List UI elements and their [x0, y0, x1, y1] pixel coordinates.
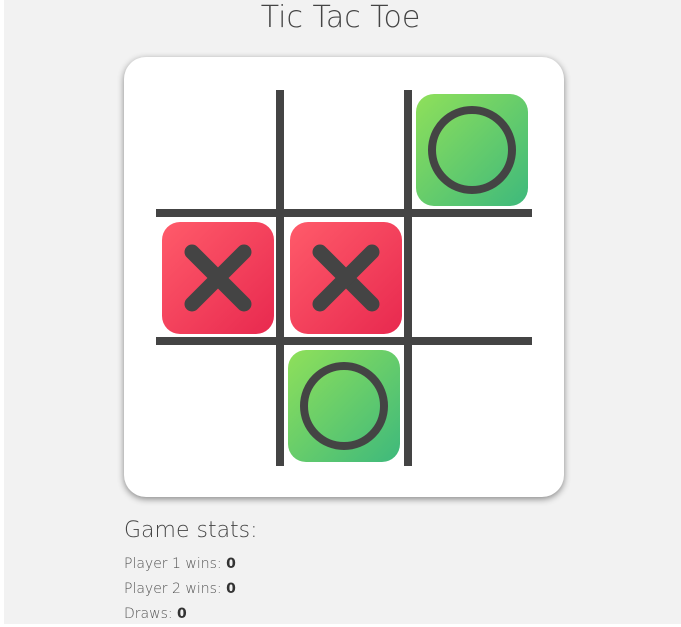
stat-player1-label: Player 1 wins: [124, 556, 222, 572]
o-mark-icon [428, 106, 516, 194]
page-title: Tic Tac Toe [260, 0, 421, 35]
stat-draws-label: Draws: [124, 606, 173, 622]
board-cell-7[interactable] [160, 350, 272, 462]
board-cell-5[interactable] [290, 222, 402, 334]
game-stats: Game stats: Player 1 wins: 0 Player 2 wi… [124, 516, 258, 627]
board-cell-9[interactable] [416, 350, 528, 462]
board-cell-8[interactable] [288, 350, 400, 462]
grid-line-horizontal-1 [156, 209, 532, 217]
stats-title: Game stats: [124, 518, 258, 543]
x-mark-icon [184, 244, 252, 312]
grid-line-vertical-2 [404, 90, 412, 466]
grid-line-horizontal-2 [156, 337, 532, 345]
stat-player2-label: Player 2 wins: [124, 581, 222, 597]
grid-line-vertical-1 [276, 90, 284, 466]
stat-draws-value: 0 [177, 606, 187, 622]
board-cell-4[interactable] [162, 222, 274, 334]
board-cell-1[interactable] [160, 94, 272, 206]
o-piece [416, 94, 528, 206]
o-piece [288, 350, 400, 462]
stat-player2-value: 0 [226, 581, 236, 597]
board-cell-2[interactable] [288, 94, 400, 206]
x-piece [290, 222, 402, 334]
stat-player2-wins: Player 2 wins: 0 [124, 577, 258, 602]
game-board [124, 57, 564, 497]
stat-draws: Draws: 0 [124, 602, 258, 627]
board-cell-6[interactable] [416, 222, 528, 334]
board-cell-3[interactable] [416, 94, 528, 206]
stat-player1-value: 0 [226, 556, 236, 572]
stat-player1-wins: Player 1 wins: 0 [124, 552, 258, 577]
x-mark-icon [312, 244, 380, 312]
o-mark-icon [300, 362, 388, 450]
x-piece [162, 222, 274, 334]
